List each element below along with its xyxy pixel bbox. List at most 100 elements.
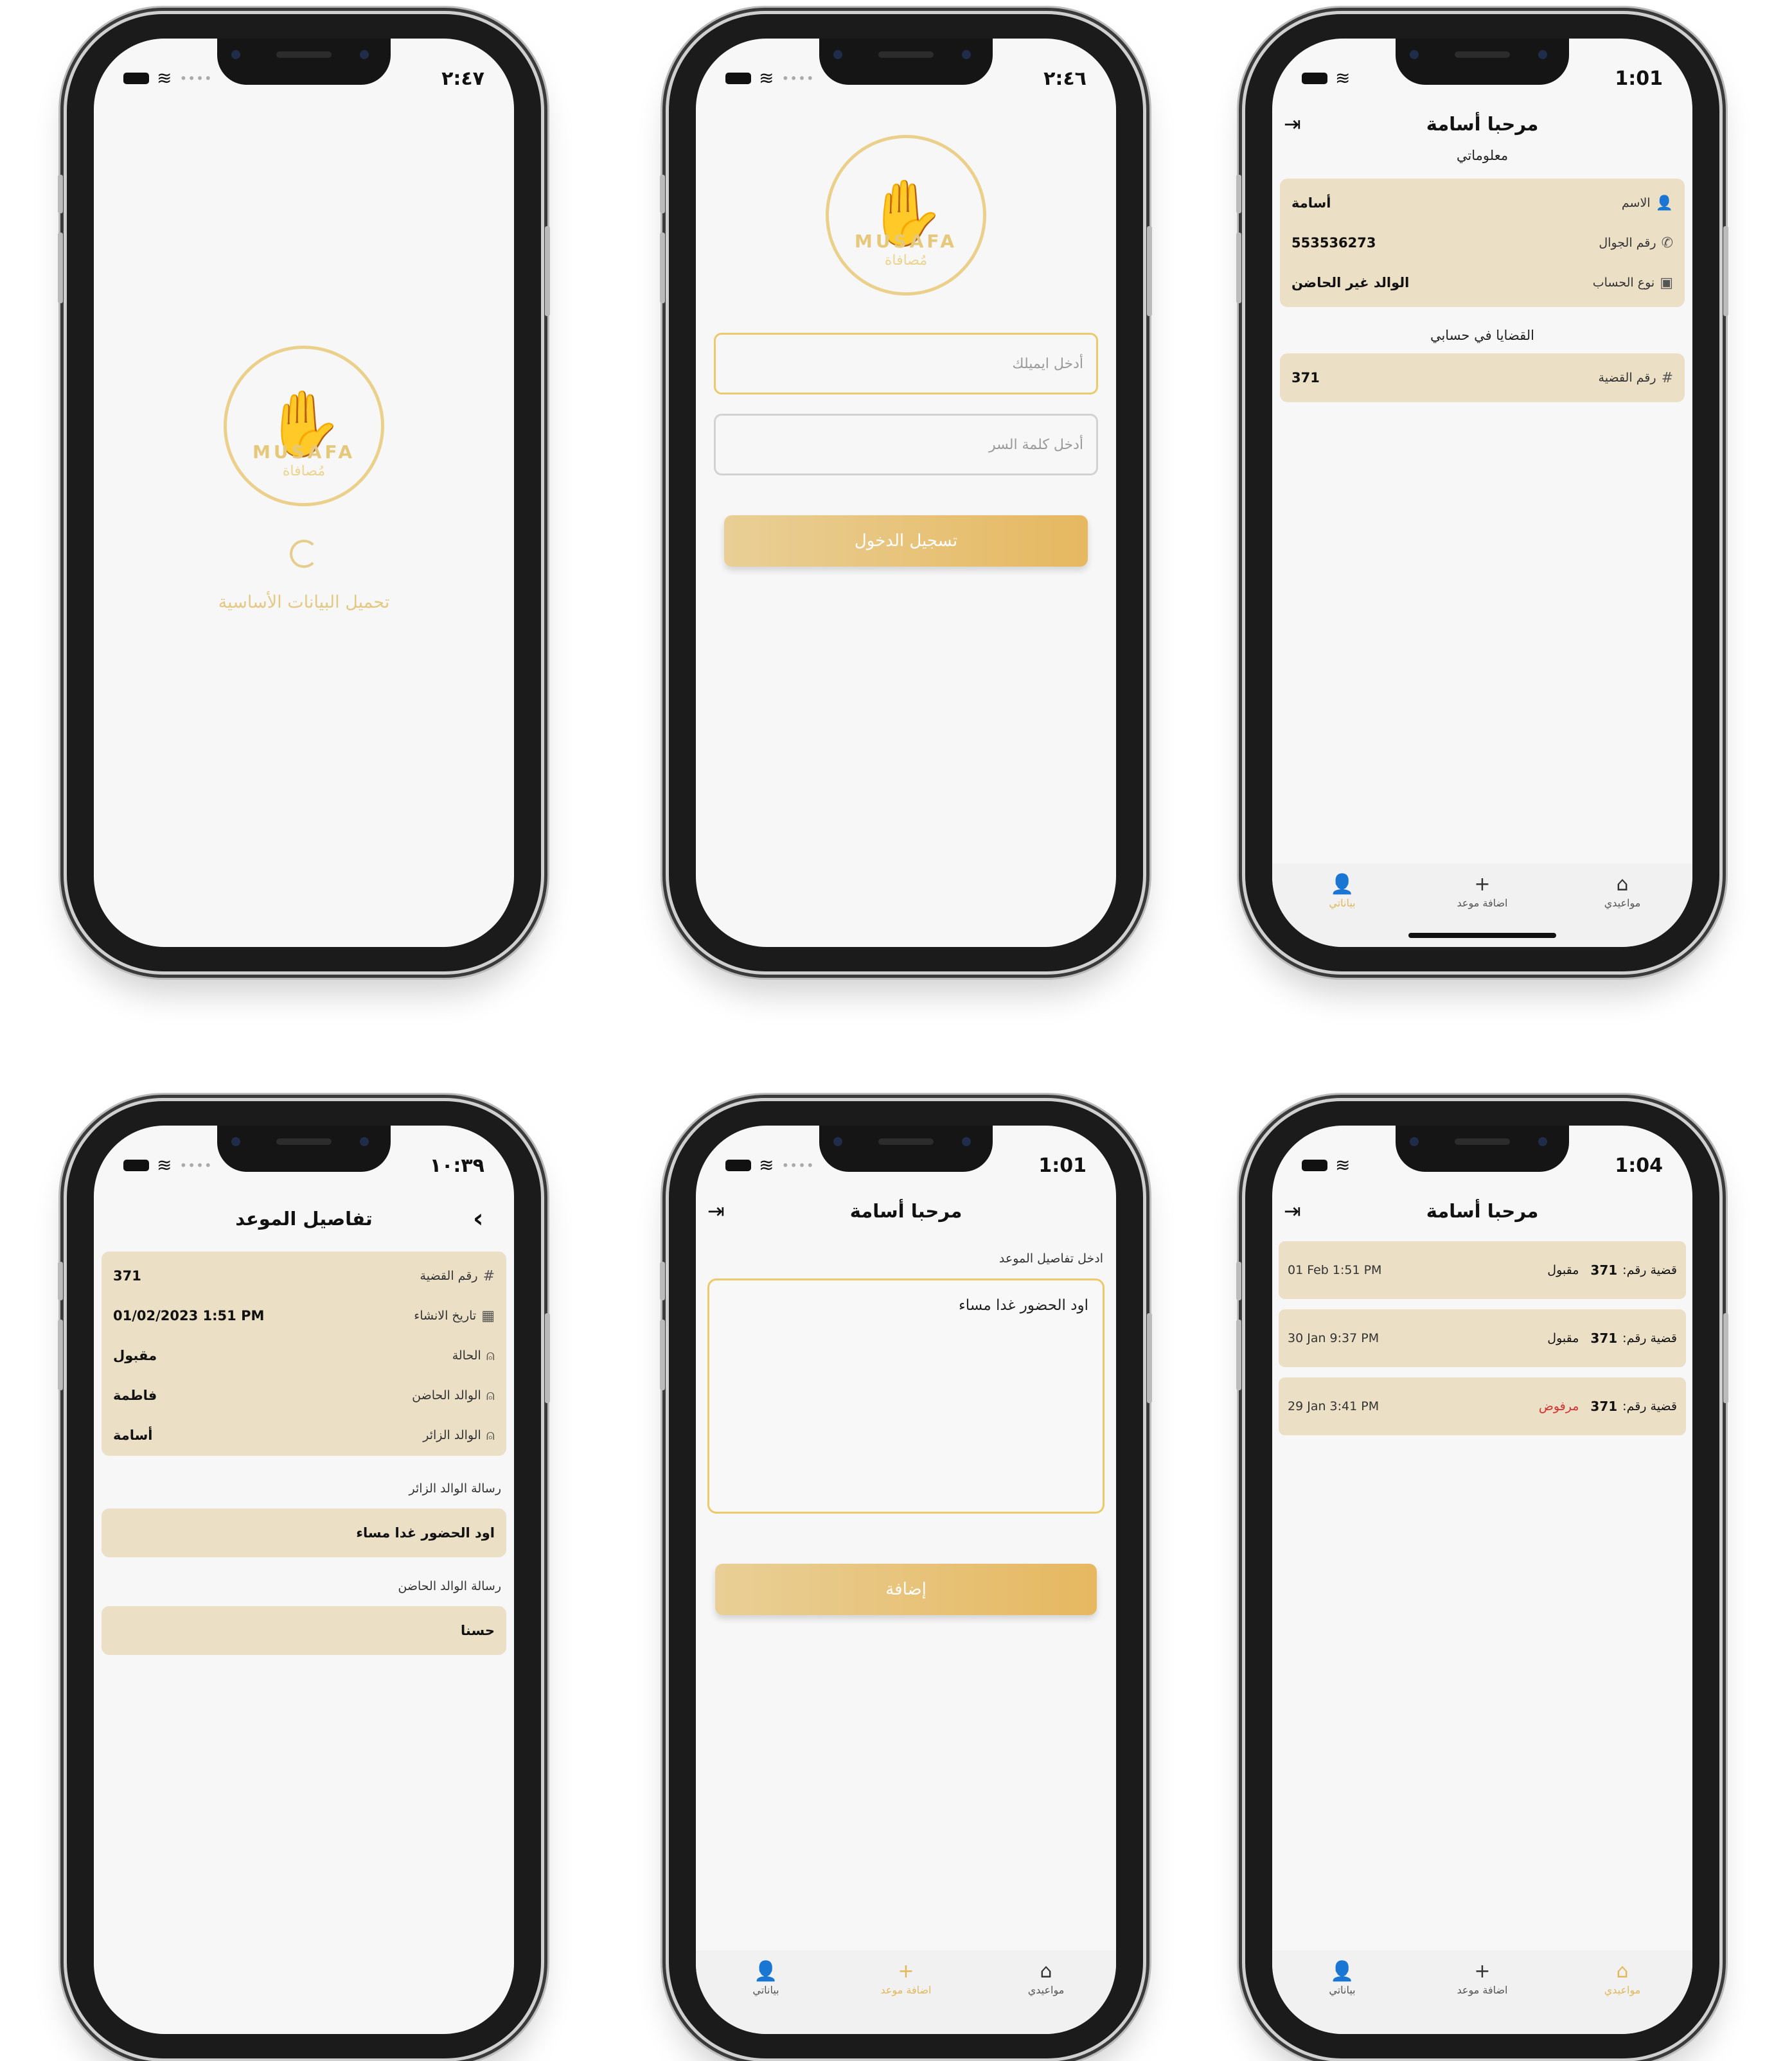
appointment-date: 29 Jan 3:41 PM [1288, 1399, 1379, 1413]
logout-icon[interactable]: ⇥ [707, 1199, 725, 1223]
side-button [58, 175, 63, 213]
status-badge: مقبول [1547, 1263, 1579, 1277]
phone-splash: ≋ •••• ٢:٤٧ ✋ MUSAFA مُصافاة تحميل البيان… [58, 14, 550, 971]
person-icon: 👤 [1330, 873, 1354, 896]
case-number: 371 [1590, 1399, 1618, 1414]
login-button[interactable]: تسجيل الدخول [724, 515, 1088, 567]
signal-icon: •••• [179, 71, 213, 86]
case-number: 371 [1590, 1262, 1618, 1278]
notch [217, 39, 391, 85]
appointments-screen: ≋ 1:04 مرحبا أسامة ⇥ قضية رقم: 371 مقبول 0… [1272, 1126, 1692, 2034]
side-button [660, 1320, 665, 1390]
home-indicator [1408, 933, 1556, 938]
row-value: 553536273 [1291, 235, 1376, 251]
signal-icon: •••• [179, 1158, 213, 1173]
appointment-details-input[interactable]: اود الحضور غدا مساء [707, 1278, 1104, 1514]
email-field[interactable]: أدخل ايميلك [714, 333, 1098, 394]
tab-add-appointment[interactable]: + اضافة موعد [1424, 1962, 1540, 1997]
header: مرحبا أسامة ⇥ [1272, 1195, 1692, 1227]
phone-profile: ≋ 1:01 مرحبا أسامة ⇥ معلوماتي 👤 الاسم أسا… [1236, 14, 1728, 971]
signal-icon: •••• [781, 1158, 815, 1173]
details-card: # رقم القضية 371 ▦ تاريخ الانشاء 01/02/202… [102, 1252, 506, 1456]
custodian-message: حسنا [461, 1623, 495, 1638]
custodian-message-label: رسالة الوالد الحاضن [398, 1579, 501, 1593]
tab-label: بياناتي [1329, 1984, 1356, 1996]
wifi-icon: ≋ [1335, 1154, 1351, 1176]
case-prefix: قضية رقم: [1622, 1399, 1677, 1413]
side-button [660, 233, 665, 303]
phone-details: ≋ •••• ١٠:٣٩ تفاصيل الموعد › # رقم القضية … [58, 1101, 550, 2058]
row-value: أسامة [113, 1428, 153, 1443]
case-prefix: قضية رقم: [1622, 1263, 1677, 1277]
phone-add-appointment: ≋ •••• 1:01 مرحبا أسامة ⇥ ادخل تفاصيل الم… [660, 1101, 1152, 2058]
person-icon: 👤 [754, 1960, 778, 1983]
home-icon: ⌂ [1616, 873, 1629, 896]
side-button [545, 1313, 550, 1403]
case-card[interactable]: # رقم القضية 371 [1280, 353, 1685, 402]
signal-icon: •••• [781, 71, 815, 86]
appointment-date: 01 Feb 1:51 PM [1288, 1263, 1382, 1277]
side-button [660, 1262, 665, 1300]
detail-row: ⍝ الوالد الحاضن فاطمة [113, 1383, 495, 1408]
tab-bar: 👤 بياناتي + اضافة موعد ⌂ مواعيدي [696, 1950, 1116, 2034]
case-row: # رقم القضية 371 [1291, 365, 1673, 391]
header: تفاصيل الموعد › [94, 1201, 514, 1236]
tab-label: بياناتي [752, 1984, 779, 1996]
chevron-right-icon[interactable]: › [473, 1204, 483, 1234]
appointment-item[interactable]: قضية رقم: 371 مقبول 30 Jan 9:37 PM [1279, 1309, 1686, 1367]
tab-appointments[interactable]: ⌂ مواعيدي [988, 1962, 1104, 1997]
loading-spinner [290, 540, 318, 568]
notch [217, 1126, 391, 1172]
side-button [58, 1262, 63, 1300]
loading-text: تحميل البيانات الأساسية [218, 592, 390, 612]
row-label: تاريخ الانشاء [414, 1309, 477, 1323]
tab-add-appointment[interactable]: + اضافة موعد [848, 1962, 964, 1997]
logo-text-en: MUSAFA [854, 231, 958, 252]
notch [1396, 39, 1569, 85]
row-label: رقم القضية [1598, 371, 1656, 385]
info-row-name: 👤 الاسم أسامة [1291, 190, 1673, 216]
my-info-label: معلوماتي [1456, 148, 1509, 163]
password-field[interactable]: أدخل كلمة السر [714, 414, 1098, 475]
tab-appointments[interactable]: ⌂ مواعيدي [1565, 1962, 1680, 1997]
tab-profile[interactable]: 👤 بياناتي [708, 1960, 824, 1997]
musafa-logo: ✋ MUSAFA مُصافاة [826, 135, 986, 296]
battery-icon [725, 73, 751, 84]
appointment-item[interactable]: قضية رقم: 371 مقبول 01 Feb 1:51 PM [1279, 1241, 1686, 1299]
row-label: الحالة [452, 1349, 481, 1363]
side-button [1723, 226, 1728, 316]
notch [819, 1126, 993, 1172]
side-button [1147, 226, 1152, 316]
row-label: رقم القضية [420, 1269, 478, 1283]
page-title: تفاصيل الموعد [235, 1208, 373, 1230]
tab-label: مواعيدي [1604, 1984, 1641, 1996]
add-appointment-screen: ≋ •••• 1:01 مرحبا أسامة ⇥ ادخل تفاصيل الم… [696, 1126, 1116, 2034]
logout-icon[interactable]: ⇥ [1284, 1199, 1301, 1223]
tab-label: مواعيدي [1604, 897, 1641, 909]
tab-label: مواعيدي [1027, 1984, 1065, 1996]
logout-icon[interactable]: ⇥ [1284, 112, 1301, 136]
person-add-icon: ⍝ [486, 1387, 495, 1404]
logo-text-en: MUSAFA [252, 441, 356, 463]
details-screen: ≋ •••• ١٠:٣٩ تفاصيل الموعد › # رقم القضية … [94, 1126, 514, 2034]
tab-add-appointment[interactable]: + اضافة موعد [1424, 875, 1540, 910]
tab-profile[interactable]: 👤 بياناتي [1284, 1962, 1400, 1997]
row-label: الوالد الزائر [423, 1428, 481, 1442]
tab-bar: 👤 بياناتي + اضافة موعد ⌂ مواعيدي [1272, 1950, 1692, 2034]
battery-icon [123, 73, 149, 84]
appointment-item[interactable]: قضية رقم: 371 مرفوض 29 Jan 3:41 PM [1279, 1377, 1686, 1435]
tab-profile[interactable]: 👤 بياناتي [1284, 873, 1400, 910]
page-title: مرحبا أسامة [1426, 1200, 1539, 1222]
person-icon: 👤 [1655, 195, 1673, 211]
tab-appointments[interactable]: ⌂ مواعيدي [1565, 873, 1680, 910]
page-title: مرحبا أسامة [1426, 113, 1539, 135]
detail-row: ⍝ الوالد الزائر أسامة [113, 1422, 495, 1448]
info-card: 👤 الاسم أسامة ✆ رقم الجوال 553536273 ▣ نوع … [1280, 179, 1685, 307]
row-label: نوع الحساب [1592, 276, 1655, 290]
detail-row: ⍝ الحالة مقبول [113, 1343, 495, 1368]
add-button[interactable]: إضافة [715, 1564, 1097, 1615]
side-button [1147, 1313, 1152, 1403]
visitor-message-label: رسالة الوالد الزائر [409, 1482, 501, 1496]
row-label: رقم الجوال [1599, 236, 1656, 250]
detail-row: ▦ تاريخ الانشاء 01/02/2023 1:51 PM [113, 1303, 495, 1329]
